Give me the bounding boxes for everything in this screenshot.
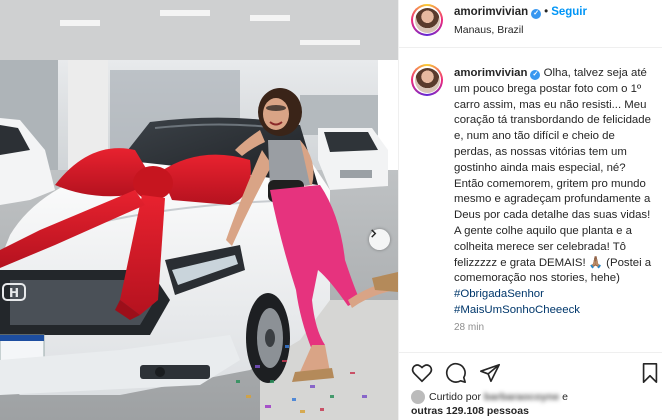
caption-body: Olha, talvez seja até um pouco brega pos… [454, 67, 652, 285]
liked-by-others[interactable]: outras 129.108 pessoas [411, 405, 529, 417]
caption-username[interactable]: amorimvivian [454, 67, 527, 79]
carousel-next-button[interactable] [369, 229, 390, 250]
verified-badge-icon: ✓ [530, 70, 541, 80]
hashtag-link[interactable]: #ObrigadaSenhor [454, 288, 544, 300]
header-username[interactable]: amorimvivian [454, 6, 528, 18]
paper-plane-icon[interactable] [479, 362, 501, 384]
chevron-right-icon [371, 229, 377, 238]
post-time-ago: 28 min [454, 322, 485, 333]
separator-dot: • [544, 6, 549, 18]
follow-button[interactable]: Seguir [551, 6, 587, 18]
liked-by-prefix: Curtido por [429, 391, 481, 403]
post-location[interactable]: Manaus, Brazil [454, 24, 523, 36]
caption-avatar[interactable] [411, 64, 443, 96]
post-actions [399, 352, 662, 392]
post-photo[interactable]: H [0, 0, 398, 420]
liked-by-user[interactable]: barbaraocoyne [484, 391, 559, 403]
author-avatar[interactable] [411, 4, 443, 36]
heart-icon[interactable] [411, 362, 433, 384]
post-side-panel: amorimvivian ✓ • Seguir Manaus, Brazil amor… [398, 0, 662, 420]
liker-avatar[interactable] [411, 390, 425, 405]
comment-icon[interactable] [445, 362, 467, 384]
liked-by-summary: Curtido por barbaraocoyne e outras 129.1… [411, 390, 568, 418]
header-user-line: amorimvivian ✓ • Seguir [454, 6, 587, 19]
bookmark-icon[interactable] [639, 362, 661, 384]
caption-text-block: amorimvivian ✓ Olha, talvez seja até um p… [454, 66, 654, 319]
liked-by-connector: e [562, 391, 568, 403]
post-header: amorimvivian ✓ • Seguir Manaus, Brazil [399, 0, 662, 48]
verified-badge-icon: ✓ [531, 9, 542, 19]
svg-text:H: H [9, 286, 19, 300]
hashtag-link[interactable]: #MaisUmSonhoCheeeck [454, 304, 580, 316]
photo-illustration: H [0, 0, 398, 420]
